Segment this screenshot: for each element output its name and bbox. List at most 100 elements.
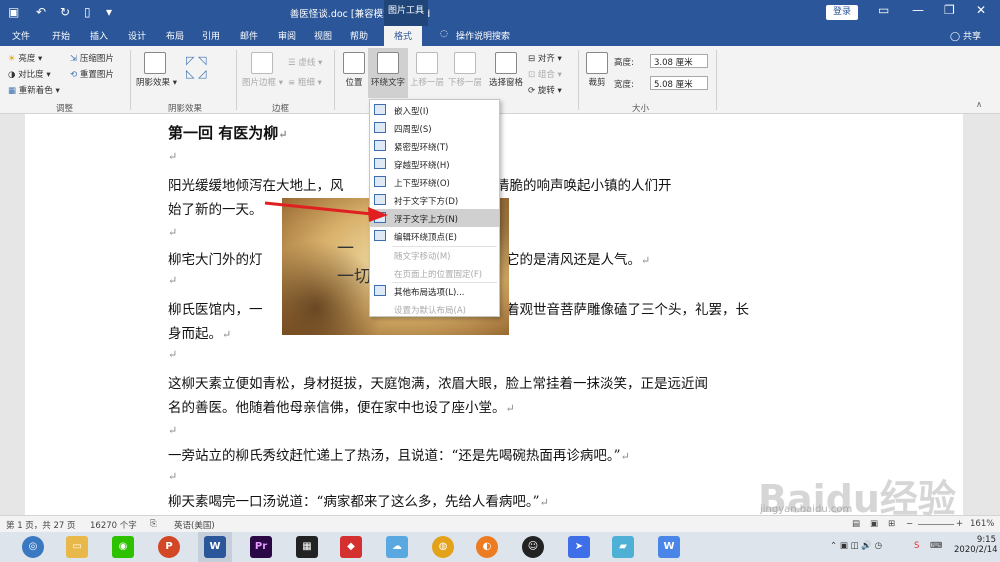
word-count[interactable]: 16270 个字 — [90, 519, 137, 531]
login-button[interactable]: 登录 — [826, 5, 858, 20]
zoom-level[interactable]: 161% — [970, 519, 994, 529]
menu-item-label: 设置为默认布局(A) — [394, 306, 466, 316]
premiere-icon[interactable]: Pr — [250, 536, 272, 558]
dashes-button[interactable]: ☰ 虚线 ▾ — [288, 56, 322, 68]
zoom-in-icon[interactable]: + — [956, 519, 963, 529]
wrap-text-button[interactable]: 环绕文字 — [368, 48, 408, 98]
wechat-icon[interactable]: ◉ — [112, 536, 134, 558]
minimize-icon[interactable]: — — [912, 3, 924, 17]
tab-review[interactable]: 审阅 — [278, 29, 296, 42]
taskbar-clock[interactable]: 9:15 2020/2/14 — [954, 535, 998, 555]
contrast-label: 对比度 — [18, 70, 44, 80]
dashes-label: 虚线 — [298, 58, 316, 68]
tight-wrap-icon — [374, 140, 386, 151]
rotate-button[interactable]: ⟳ 旋转 ▾ — [528, 84, 562, 96]
cloud-app-icon[interactable]: ☁ — [386, 536, 408, 558]
menu-item-through[interactable]: 穿越型环绕(H) — [370, 155, 499, 173]
tab-layout[interactable]: 布局 — [166, 29, 184, 42]
tab-format[interactable]: 格式 — [384, 26, 423, 46]
menu-item-label: 四周型(S) — [394, 125, 432, 135]
keyboard-icon[interactable]: ⌨ — [930, 541, 942, 551]
crop-button[interactable]: 裁剪 — [584, 52, 610, 88]
chrome-icon[interactable]: ◍ — [432, 536, 454, 558]
p3-end: 身而起。 — [168, 326, 222, 342]
input-method-icon[interactable]: S — [914, 541, 919, 551]
crop-icon — [586, 52, 608, 74]
paragraph-mark: ↵ — [539, 496, 549, 509]
shadow-nudge-icons[interactable]: ◸ ◹ ◺ ◿ — [186, 54, 206, 80]
print-layout-icon[interactable]: ▣ — [870, 519, 878, 529]
menu-item-tight[interactable]: 紧密型环绕(T) — [370, 137, 499, 155]
paragraph-mark: ↵ — [168, 150, 178, 163]
align-button[interactable]: ⊟ 对齐 ▾ — [528, 52, 562, 64]
tell-me-search[interactable]: 操作说明搜索 — [456, 29, 510, 42]
tab-insert[interactable]: 插入 — [90, 29, 108, 42]
system-tray-icons[interactable]: ⌃ ▣ ◫ 🔊 ◷ — [830, 541, 882, 551]
file-explorer-icon[interactable]: ▭ — [66, 536, 88, 558]
menu-item-more-layout-options[interactable]: 其他布局选项(L)... — [370, 282, 499, 300]
maximize-icon[interactable]: ❐ — [944, 3, 955, 17]
shadow-label: 阴影效果 — [136, 78, 171, 88]
notes-icon[interactable]: ▰ — [612, 536, 634, 558]
image-editor-icon[interactable]: ◆ — [340, 536, 362, 558]
menu-item-fix-position[interactable]: 在页面上的位置固定(F) — [370, 264, 499, 282]
tab-mailings[interactable]: 邮件 — [240, 29, 258, 42]
ribbon-display-options-icon[interactable]: ▭ — [878, 3, 889, 17]
weight-button[interactable]: ≡ 粗细 ▾ — [288, 76, 322, 88]
qq-icon[interactable]: ☺ — [522, 536, 544, 558]
tab-view[interactable]: 视图 — [314, 29, 332, 42]
group-objects-button[interactable]: ⊡ 组合 ▾ — [528, 68, 562, 80]
bring-forward-button[interactable]: 上移一层 — [410, 52, 444, 88]
width-input[interactable]: 5.08 厘米 — [650, 76, 708, 90]
tab-file[interactable]: 文件 — [12, 29, 30, 42]
group-separator — [130, 50, 131, 110]
group-label: 组合 — [537, 70, 555, 80]
tab-design[interactable]: 设计 — [128, 29, 146, 42]
browser-icon[interactable]: ◐ — [476, 536, 498, 558]
menu-item-top-bottom[interactable]: 上下型环绕(O) — [370, 173, 499, 191]
menu-item-label: 随文字移动(M) — [394, 252, 451, 262]
menu-item-edit-wrap-points[interactable]: 编辑环绕顶点(E) — [370, 227, 499, 245]
feishu-icon[interactable]: ➤ — [568, 536, 590, 558]
word-icon[interactable]: W — [204, 536, 226, 558]
wps-icon[interactable]: W — [658, 536, 680, 558]
menu-item-set-default-layout[interactable]: 设置为默认布局(A) — [370, 300, 499, 318]
video-editor-icon[interactable]: ▦ — [296, 536, 318, 558]
paragraph-1-line-2: 始了新的一天。 — [168, 202, 263, 218]
language-indicator[interactable]: 英语(美国) — [174, 519, 215, 531]
position-button[interactable]: 位置 — [340, 52, 368, 88]
tab-references[interactable]: 引用 — [202, 29, 220, 42]
reset-picture-button[interactable]: ⟲ 重置图片 — [70, 68, 114, 80]
collapse-ribbon-icon[interactable]: ∧ — [976, 100, 982, 110]
contrast-button[interactable]: ◑ 对比度 ▾ — [8, 68, 51, 80]
compress-pictures-button[interactable]: ⇲ 压缩图片 — [70, 52, 114, 64]
height-input[interactable]: 3.08 厘米 — [650, 54, 708, 68]
menu-item-square[interactable]: 四周型(S) — [370, 119, 499, 137]
lightbulb-icon[interactable]: ◌ — [440, 29, 448, 39]
powerpoint-icon[interactable]: P — [158, 536, 180, 558]
send-backward-button[interactable]: 下移一层 — [448, 52, 482, 88]
selection-pane-button[interactable]: 选择窗格 — [486, 52, 526, 88]
page-count[interactable]: 第 1 页，共 27 页 — [6, 519, 76, 531]
menu-item-inline[interactable]: 嵌入型(I) — [370, 101, 499, 119]
menu-item-in-front-of-text[interactable]: 浮于文字上方(N) — [370, 209, 499, 227]
picture-border-button[interactable]: 图片边框 ▾ — [242, 52, 283, 88]
start-browser-icon[interactable]: ◎ — [22, 536, 44, 558]
brightness-button[interactable]: ☀ 亮度 ▾ — [8, 52, 42, 64]
menu-item-move-with-text[interactable]: 随文字移动(M) — [370, 246, 499, 264]
share-button[interactable]: ◯ 共享 — [950, 29, 981, 42]
recolor-button[interactable]: ▦ 重新着色 ▾ — [8, 84, 60, 96]
proofing-icon[interactable]: ⎘ — [150, 519, 157, 529]
tab-home[interactable]: 开始 — [52, 29, 70, 42]
p2-left: 柳宅大门外的灯 — [168, 252, 263, 268]
zoom-out-icon[interactable]: − — [906, 519, 913, 529]
menu-item-label: 在页面上的位置固定(F) — [394, 270, 483, 280]
web-layout-icon[interactable]: ⊞ — [888, 519, 895, 529]
wrap-label: 环绕文字 — [370, 78, 405, 88]
shadow-effects-button[interactable]: 阴影效果 ▾ — [136, 52, 177, 88]
close-icon[interactable]: ✕ — [976, 3, 986, 17]
read-mode-icon[interactable]: ▤ — [852, 519, 860, 529]
menu-item-behind-text[interactable]: 衬于文字下方(D) — [370, 191, 499, 209]
zoom-slider[interactable] — [918, 524, 954, 525]
tab-help[interactable]: 帮助 — [350, 29, 368, 42]
